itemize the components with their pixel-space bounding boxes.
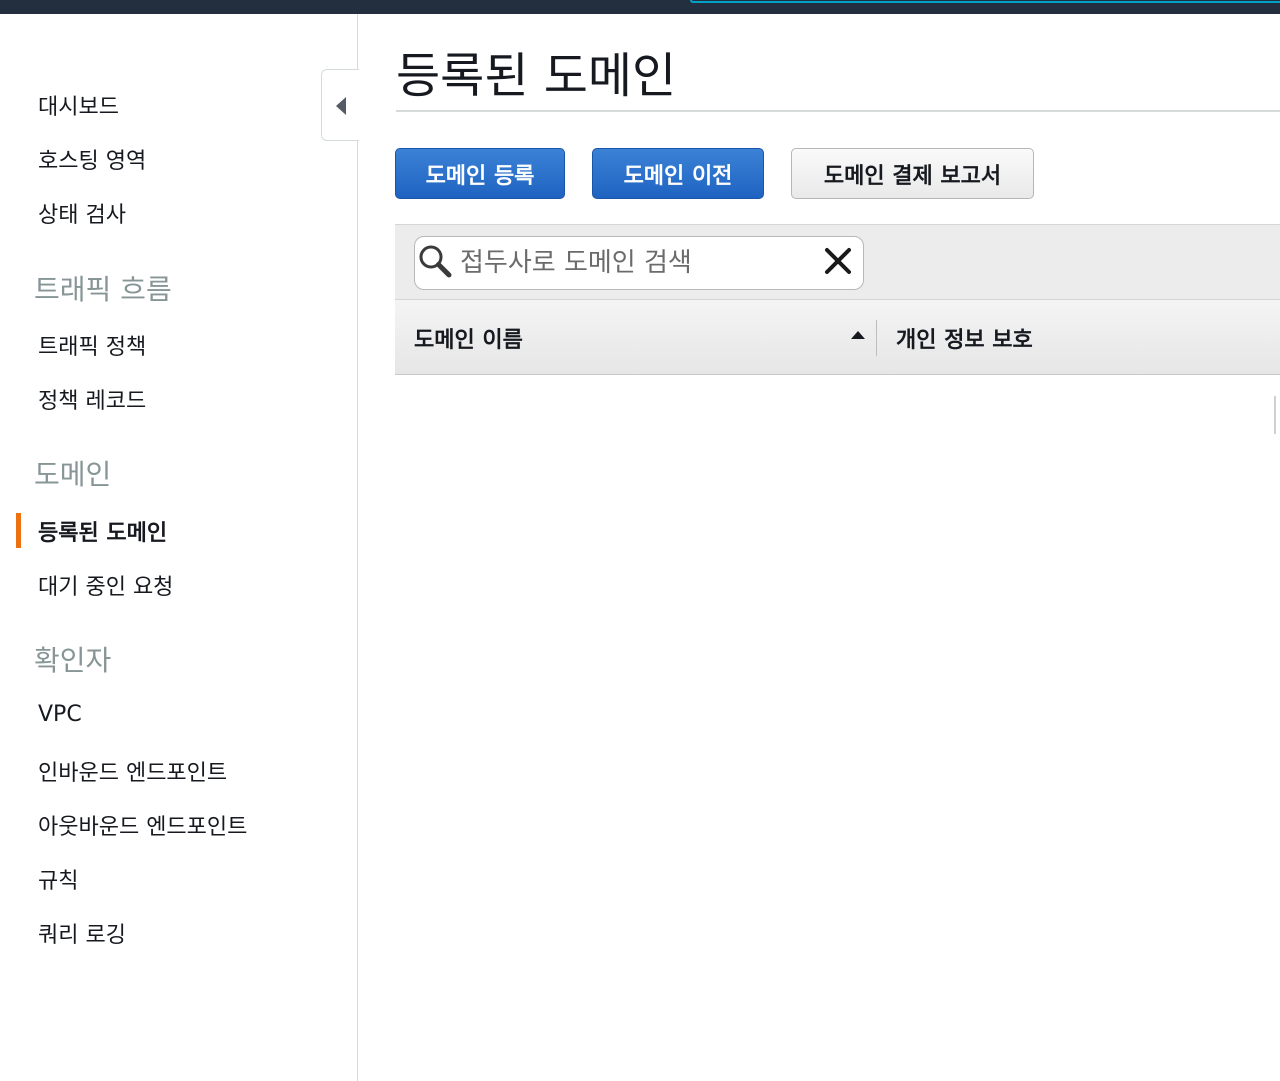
title-divider (396, 110, 1280, 112)
domain-search-input[interactable] (460, 244, 810, 282)
sidebar-section-traffic-flow: 트래픽 흐름 (34, 273, 172, 306)
sidebar-item-query-logging[interactable]: 쿼리 로깅 (38, 917, 126, 949)
column-header-privacy-protection[interactable]: 개인 정보 보호 (896, 322, 1033, 354)
domain-billing-report-button[interactable]: 도메인 결제 보고서 (791, 148, 1034, 199)
register-domain-button[interactable]: 도메인 등록 (395, 148, 565, 199)
sidebar-item-registered-domains[interactable]: 등록된 도메인 (38, 515, 167, 547)
table-header (395, 299, 1280, 375)
transfer-domain-button[interactable]: 도메인 이전 (592, 148, 764, 199)
sidebar-item-pending-requests[interactable]: 대기 중인 요청 (38, 569, 173, 601)
sort-ascending-icon[interactable] (851, 331, 865, 339)
column-header-domain-name[interactable]: 도메인 이름 (414, 322, 523, 354)
search-icon (419, 245, 452, 278)
sidebar-item-rules[interactable]: 규칙 (38, 863, 78, 895)
column-divider[interactable] (876, 320, 877, 356)
sidebar-item-policy-records[interactable]: 정책 레코드 (38, 383, 146, 415)
sidebar-item-health-checks[interactable]: 상태 검사 (38, 197, 126, 229)
sidebar-section-domains: 도메인 (34, 458, 112, 491)
sidebar-item-vpc[interactable]: VPC (38, 702, 82, 727)
top-navigation-bar (0, 0, 1280, 14)
sidebar-item-hosted-zones[interactable]: 호스팅 영역 (38, 143, 146, 175)
sidebar-item-traffic-policies[interactable]: 트래픽 정책 (38, 329, 146, 361)
page-title: 등록된 도메인 (396, 48, 677, 104)
collapse-sidebar-icon (336, 97, 346, 115)
global-search-field-edge[interactable] (690, 0, 1280, 3)
sidebar-item-inbound-endpoints[interactable]: 인바운드 엔드포인트 (38, 755, 227, 787)
settings-icon[interactable] (1274, 396, 1280, 434)
sidebar-section-resolver: 확인자 (34, 644, 112, 677)
active-item-indicator (16, 513, 21, 548)
sidebar-item-outbound-endpoints[interactable]: 아웃바운드 엔드포인트 (38, 809, 247, 841)
collapse-sidebar-button[interactable] (321, 69, 359, 141)
close-icon[interactable] (822, 245, 854, 277)
sidebar-item-dashboard[interactable]: 대시보드 (38, 89, 119, 121)
